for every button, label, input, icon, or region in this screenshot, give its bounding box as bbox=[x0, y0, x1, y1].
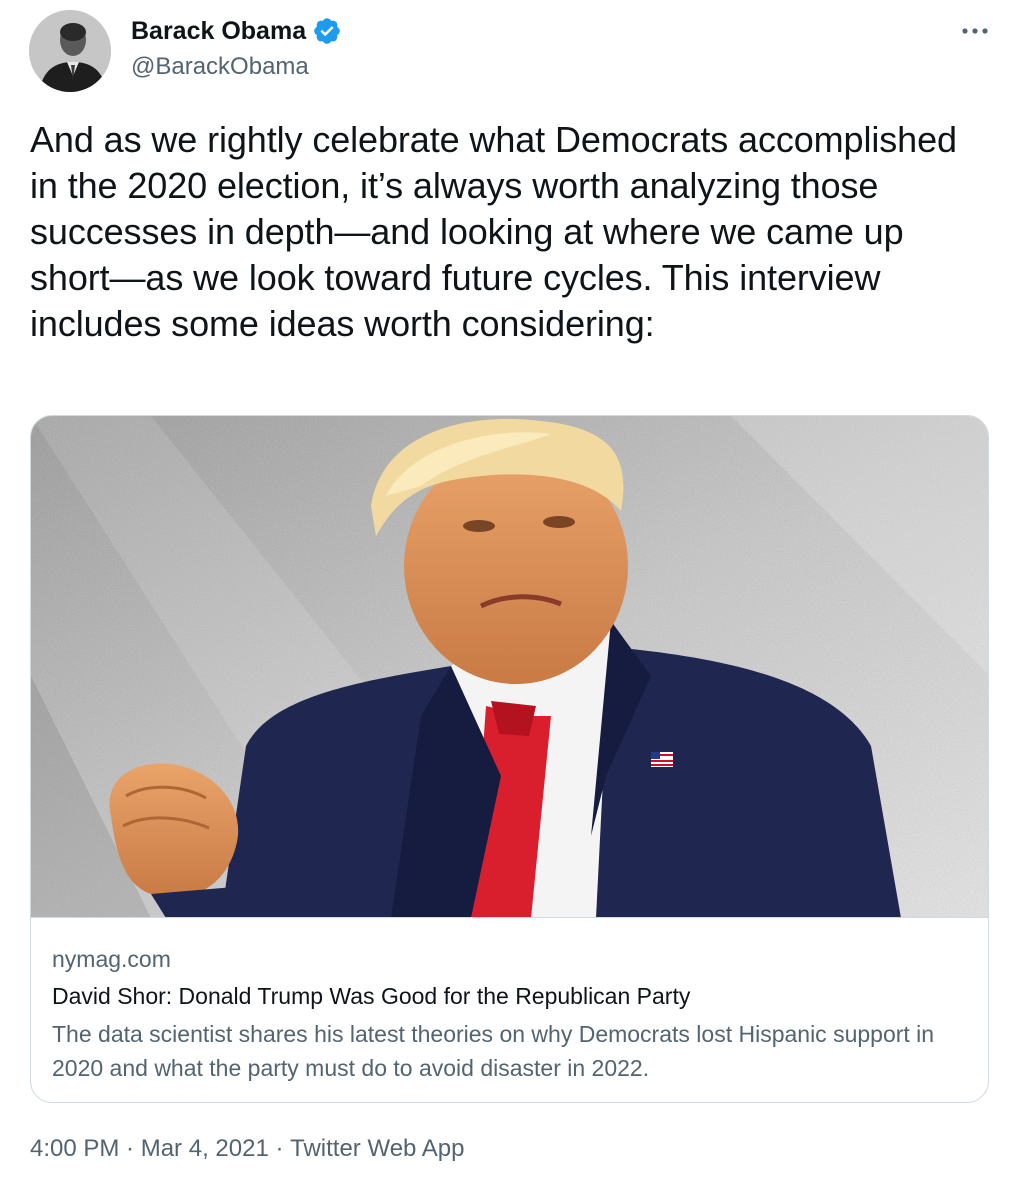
tweet-time[interactable]: 4:00 PM bbox=[30, 1133, 119, 1165]
tweet-date[interactable]: Mar 4, 2021 bbox=[141, 1133, 269, 1165]
display-name[interactable]: Barack Obama bbox=[131, 16, 306, 46]
avatar-portrait-icon bbox=[29, 10, 111, 92]
card-description: The data scientist shares his latest the… bbox=[52, 1021, 935, 1081]
meta-separator: · bbox=[119, 1135, 141, 1162]
tweet-meta: 4:00 PM · Mar 4, 2021 · Twitter Web App bbox=[30, 1133, 464, 1165]
avatar[interactable] bbox=[29, 10, 111, 92]
handle[interactable]: @BarackObama bbox=[131, 52, 309, 82]
link-card[interactable]: nymag.com David Shor: Donald Trump Was G… bbox=[30, 415, 989, 1103]
meta-separator-2: · bbox=[268, 1135, 291, 1162]
tweet-text: And as we rightly celebrate what Democra… bbox=[30, 119, 957, 344]
card-domain: nymag.com bbox=[52, 946, 171, 972]
tweet: Barack Obama @BarackObama And as we righ… bbox=[0, 0, 1022, 1180]
more-options-icon[interactable] bbox=[958, 16, 992, 46]
author-name-row[interactable]: Barack Obama bbox=[131, 16, 342, 46]
card-title: David Shor: Donald Trump Was Good for th… bbox=[52, 983, 691, 1009]
card-info[interactable]: nymag.com David Shor: Donald Trump Was G… bbox=[31, 918, 988, 1102]
verified-badge-icon bbox=[312, 16, 342, 46]
card-image[interactable] bbox=[31, 416, 988, 918]
tweet-source[interactable]: Twitter Web App bbox=[290, 1133, 464, 1165]
